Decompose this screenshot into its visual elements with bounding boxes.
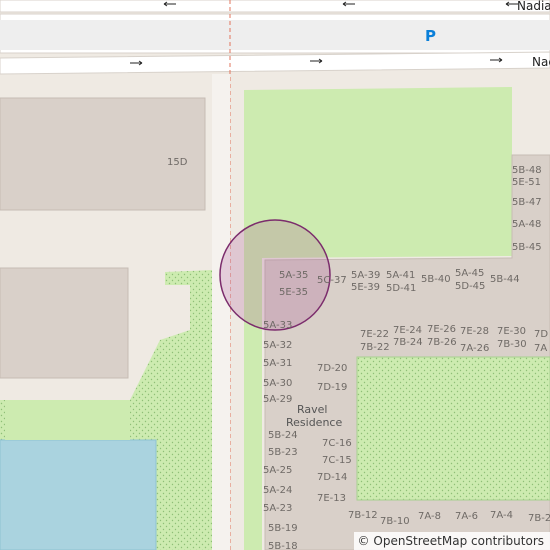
parking-icon[interactable]: P: [425, 27, 436, 45]
building-label: 5A-25: [263, 465, 292, 476]
building-label: 7B-30: [497, 339, 527, 350]
water-pool: [0, 439, 157, 550]
building-label: 5B-24: [268, 430, 298, 441]
building-label: 7B-10: [380, 516, 410, 527]
building-label: 5B-45: [512, 242, 542, 253]
building-label: 5A-32: [263, 340, 292, 351]
building-label: 15D: [167, 157, 188, 168]
building-label: 7A-6: [455, 511, 478, 522]
building-label: 5A-41: [386, 270, 415, 281]
footway: [212, 74, 230, 550]
building-left-middle[interactable]: [0, 267, 129, 379]
building-label: 7C-16: [322, 438, 352, 449]
building-label: 7E-30: [497, 326, 526, 337]
building-label: 5B-48: [512, 165, 542, 176]
road-top-band[interactable]: [0, 0, 550, 13]
building-label: 5B-47: [512, 197, 542, 208]
building-label: 5A-35: [279, 270, 308, 281]
building-label: 5A-30: [263, 378, 292, 389]
building-label: 7B-12: [348, 510, 378, 521]
parking-area: [0, 20, 550, 50]
building-label: 5E-35: [279, 287, 308, 298]
building-label: 7A-4: [490, 510, 513, 521]
building-label: 7D-14: [317, 472, 347, 483]
building-label: 7E-28: [460, 326, 489, 337]
building-label: 5A-23: [263, 503, 292, 514]
building-label: 5A-24: [263, 485, 292, 496]
building-label: 7E-24: [393, 325, 422, 336]
road-label-north: Nadia: [517, 0, 550, 13]
building-label: 7E-26: [427, 324, 456, 335]
building-label: 7D: [534, 329, 548, 340]
courtyard: [356, 356, 550, 501]
building-label: 5D-45: [455, 281, 485, 292]
attribution-link[interactable]: OpenStreetMap contributors: [373, 534, 544, 548]
building-label: 5B-44: [490, 274, 520, 285]
building-label: 7C-15: [322, 455, 352, 466]
building-label: 7E-22: [360, 329, 389, 340]
copyright-symbol: ©: [357, 534, 370, 548]
building-label: 7A: [534, 343, 547, 354]
building-label: 5A-33: [263, 320, 292, 331]
building-label: 5E-51: [512, 177, 541, 188]
building-label: 7B-22: [360, 342, 390, 353]
building-label: 7E-13: [317, 493, 346, 504]
building-label: 7B-26: [427, 337, 457, 348]
place-label-line1: Ravel: [297, 403, 327, 416]
building-label: 5A-45: [455, 268, 484, 279]
building-label: 5B-40: [421, 274, 451, 285]
building-label: 5A-29: [263, 394, 292, 405]
place-label-line2: Residence: [286, 416, 342, 429]
map-attribution[interactable]: © OpenStreetMap contributors: [353, 532, 550, 550]
road-label-south: Nac: [532, 55, 550, 69]
building-label: 7A-26: [460, 343, 489, 354]
building-label: 7D-19: [317, 382, 347, 393]
building-label: 7B-2: [528, 513, 550, 524]
location-marker[interactable]: [219, 219, 331, 331]
grass-strip-left: [5, 400, 130, 440]
building-15d[interactable]: [0, 97, 206, 211]
building-label: 7A-8: [418, 511, 441, 522]
building-label: 7B-24: [393, 337, 423, 348]
building-label: 5D-41: [386, 283, 416, 294]
building-label: 5A-39: [351, 270, 380, 281]
building-label: 5B-23: [268, 447, 298, 458]
building-label: 5A-31: [263, 358, 292, 369]
building-label: 5E-39: [351, 282, 380, 293]
map-canvas[interactable]: Nadia Nac P Ravel Residence 15D 5B-48 5E…: [0, 0, 550, 550]
building-label: 5C-37: [317, 275, 347, 286]
building-label: 5A-48: [512, 219, 541, 230]
building-label: 7D-20: [317, 363, 347, 374]
building-label: 5B-18: [268, 541, 298, 550]
building-label: 5B-19: [268, 523, 298, 534]
